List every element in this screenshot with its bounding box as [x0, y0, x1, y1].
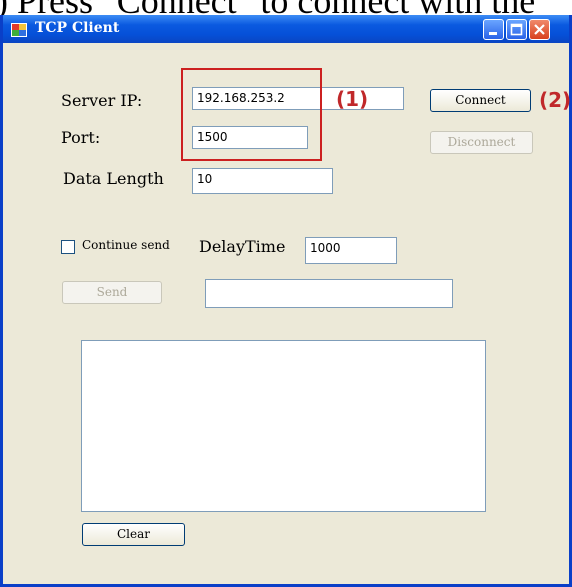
maximize-icon [510, 23, 523, 36]
title-bar[interactable]: TCP Client [3, 15, 569, 43]
delay-time-input[interactable]: 1000 [305, 237, 397, 264]
continue-send-label: Continue send [82, 238, 170, 252]
minimize-icon [489, 32, 497, 35]
data-length-label: Data Length [63, 169, 164, 188]
connect-button[interactable]: Connect [430, 89, 531, 112]
data-length-input[interactable]: 10 [192, 168, 333, 194]
highlight-box [181, 68, 322, 161]
server-ip-label: Server IP: [61, 91, 143, 110]
step-1-annotation: (1) [336, 87, 369, 111]
close-icon [534, 24, 545, 35]
send-text-input[interactable] [205, 279, 453, 308]
port-label: Port: [61, 128, 101, 147]
delay-time-label: DelayTime [199, 237, 286, 256]
step-2-annotation: (2) [539, 88, 572, 112]
maximize-button[interactable] [506, 19, 527, 40]
app-icon [11, 23, 27, 37]
continue-send-checkbox[interactable] [61, 240, 75, 254]
clear-button[interactable]: Clear [82, 523, 185, 546]
tcp-client-window: TCP Client Server IP: 192.168.253.2 Port… [0, 15, 572, 587]
receive-log-listbox[interactable] [81, 340, 486, 512]
send-button[interactable]: Send [62, 281, 162, 304]
close-button[interactable] [529, 19, 550, 40]
minimize-button[interactable] [483, 19, 504, 40]
disconnect-button[interactable]: Disconnect [430, 131, 533, 154]
window-title: TCP Client [35, 20, 120, 36]
